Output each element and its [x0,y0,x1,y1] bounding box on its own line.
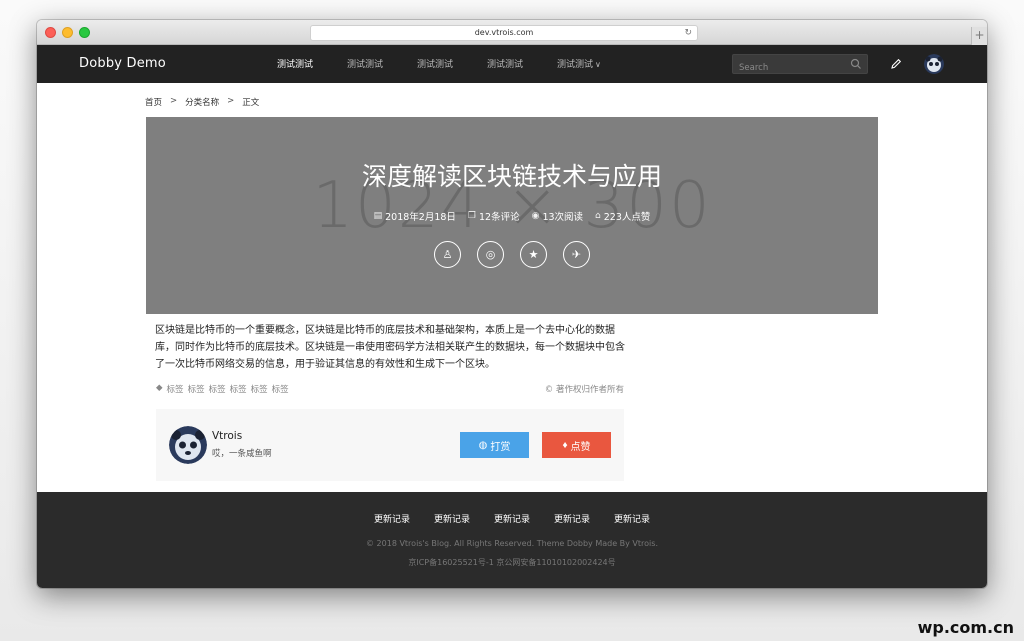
nav-dropdown-label: 测试测试 [557,60,594,70]
post-likes: ⌂ 223人点赞 [595,209,650,223]
post-likes-text: 223人点赞 [603,212,651,223]
tip-button-label: 打赏 [490,441,511,453]
copyright-note: © 著作权归作者所有 [544,385,624,395]
breadcrumb-separator: > [227,96,235,106]
weibo-share-icon[interactable]: ◎ [477,241,504,268]
post-date: ▤ 2018年2月18日 [374,209,456,223]
address-bar[interactable]: dev.vtrois.com ↻ [310,25,698,41]
breadcrumb: 首页 > 分类名称 > 正文 [145,96,259,108]
article-body: 区块链是比特币的一个重要概念，区块链是比特币的底层技术和基础架构，本质上是一个去… [155,325,625,370]
close-window-button[interactable] [45,27,56,38]
user-avatar[interactable] [924,54,944,74]
maximize-window-button[interactable] [79,27,90,38]
footer-link[interactable]: 更新记录 [374,512,410,525]
site-footer: 更新记录 更新记录 更新记录 更新记录 更新记录 © 2018 Vtrois's… [37,492,987,588]
thumbs-up-icon: ♦ [562,439,568,451]
nav-link-3[interactable]: 测试测试 [417,57,487,70]
nav-link-2[interactable]: 测试测试 [347,57,417,70]
browser-window: dev.vtrois.com ↻ + Dobby Demo 测试测试 测试测试 … [37,20,987,588]
tip-button[interactable]: ◍ 打赏 [460,432,529,458]
minimize-window-button[interactable] [62,27,73,38]
footer-links: 更新记录 更新记录 更新记录 更新记录 更新记录 [37,512,987,525]
author-avatar[interactable] [169,426,207,464]
post-title: 深度解读区块链技术与应用 [361,162,662,191]
breadcrumb-separator: > [170,96,178,106]
reload-icon[interactable]: ↻ [684,26,692,40]
post-comments-text: 12条评论 [479,212,520,223]
post-date-text: 2018年2月18日 [385,212,456,223]
tag-link[interactable]: 标签 [251,383,268,395]
like-button[interactable]: ♦ 点赞 [542,432,611,458]
tag-icon: ◆ [156,383,163,393]
nav-link-1[interactable]: 测试测试 [277,57,347,70]
comment-icon: ❐ [467,211,476,221]
post-reads-text: 13次阅读 [542,212,584,223]
breadcrumb-home[interactable]: 首页 [145,96,162,108]
post-tags: ◆ 标签 标签 标签 标签 标签 标签 [156,383,289,395]
search-icon[interactable] [850,58,862,70]
qq-share-icon[interactable]: ♙ [434,241,461,268]
browser-titlebar: dev.vtrois.com ↻ + [37,20,987,45]
new-tab-button[interactable]: + [971,27,987,45]
like-button-label: 点赞 [570,441,591,453]
chevron-down-icon: ∨ [595,60,601,69]
site-brand[interactable]: Dobby Demo [79,56,166,71]
tag-link[interactable]: 标签 [188,383,205,395]
search-input[interactable] [733,59,843,77]
tag-link[interactable]: 标签 [272,383,289,395]
search-box [732,54,868,77]
url-text: dev.vtrois.com [474,28,534,37]
post-reads: ◉ 13次阅读 [532,209,583,223]
post-hero-banner: 1024 × 300 深度解读区块链技术与应用 ▤ 2018年2月18日 ❐ 12条… [146,117,878,314]
footer-link[interactable]: 更新记录 [614,512,650,525]
post-meta: ▤ 2018年2月18日 ❐ 12条评论 ◉ 13次阅读 ⌂ 223人点赞 [146,209,878,223]
twitter-share-icon[interactable]: ✈ [563,241,590,268]
pencil-icon[interactable] [889,57,903,71]
breadcrumb-category[interactable]: 分类名称 [185,96,219,108]
calendar-icon: ▤ [373,211,383,221]
author-name[interactable]: Vtrois [212,430,242,442]
post-comments[interactable]: ❐ 12条评论 [468,209,520,223]
tag-link[interactable]: 标签 [167,383,184,395]
footer-link[interactable]: 更新记录 [434,512,470,525]
author-card: Vtrois 哎，一条咸鱼啊 ◍ 打赏 ♦ 点赞 [156,409,624,481]
tag-link[interactable]: 标签 [209,383,226,395]
breadcrumb-current: 正文 [242,98,260,108]
footer-link[interactable]: 更新记录 [494,512,530,525]
share-buttons: ♙ ◎ ★ ✈ [146,241,878,268]
eye-icon: ◉ [531,211,540,221]
qzone-share-icon[interactable]: ★ [520,241,547,268]
nav-dropdown[interactable]: 测试测试 ∨ [557,57,627,70]
watermark: wp.com.cn [917,618,1014,637]
site-navbar: Dobby Demo 测试测试 测试测试 测试测试 测试测试 测试测试 ∨ [37,45,987,83]
nav-link-4[interactable]: 测试测试 [487,57,557,70]
footer-copyright: © 2018 Vtrois's Blog. All Rights Reserve… [366,539,658,548]
author-bio: 哎，一条咸鱼啊 [212,449,272,459]
window-controls [45,27,90,38]
coin-icon: ◍ [478,439,488,451]
footer-link[interactable]: 更新记录 [554,512,590,525]
nav-menu: 测试测试 测试测试 测试测试 测试测试 测试测试 ∨ [277,57,627,70]
tag-link[interactable]: 标签 [230,383,247,395]
footer-icp[interactable]: 京ICP备16025521号-1 京公网安备11010102002424号 [37,557,987,568]
thumbs-up-icon: ⌂ [595,211,601,221]
